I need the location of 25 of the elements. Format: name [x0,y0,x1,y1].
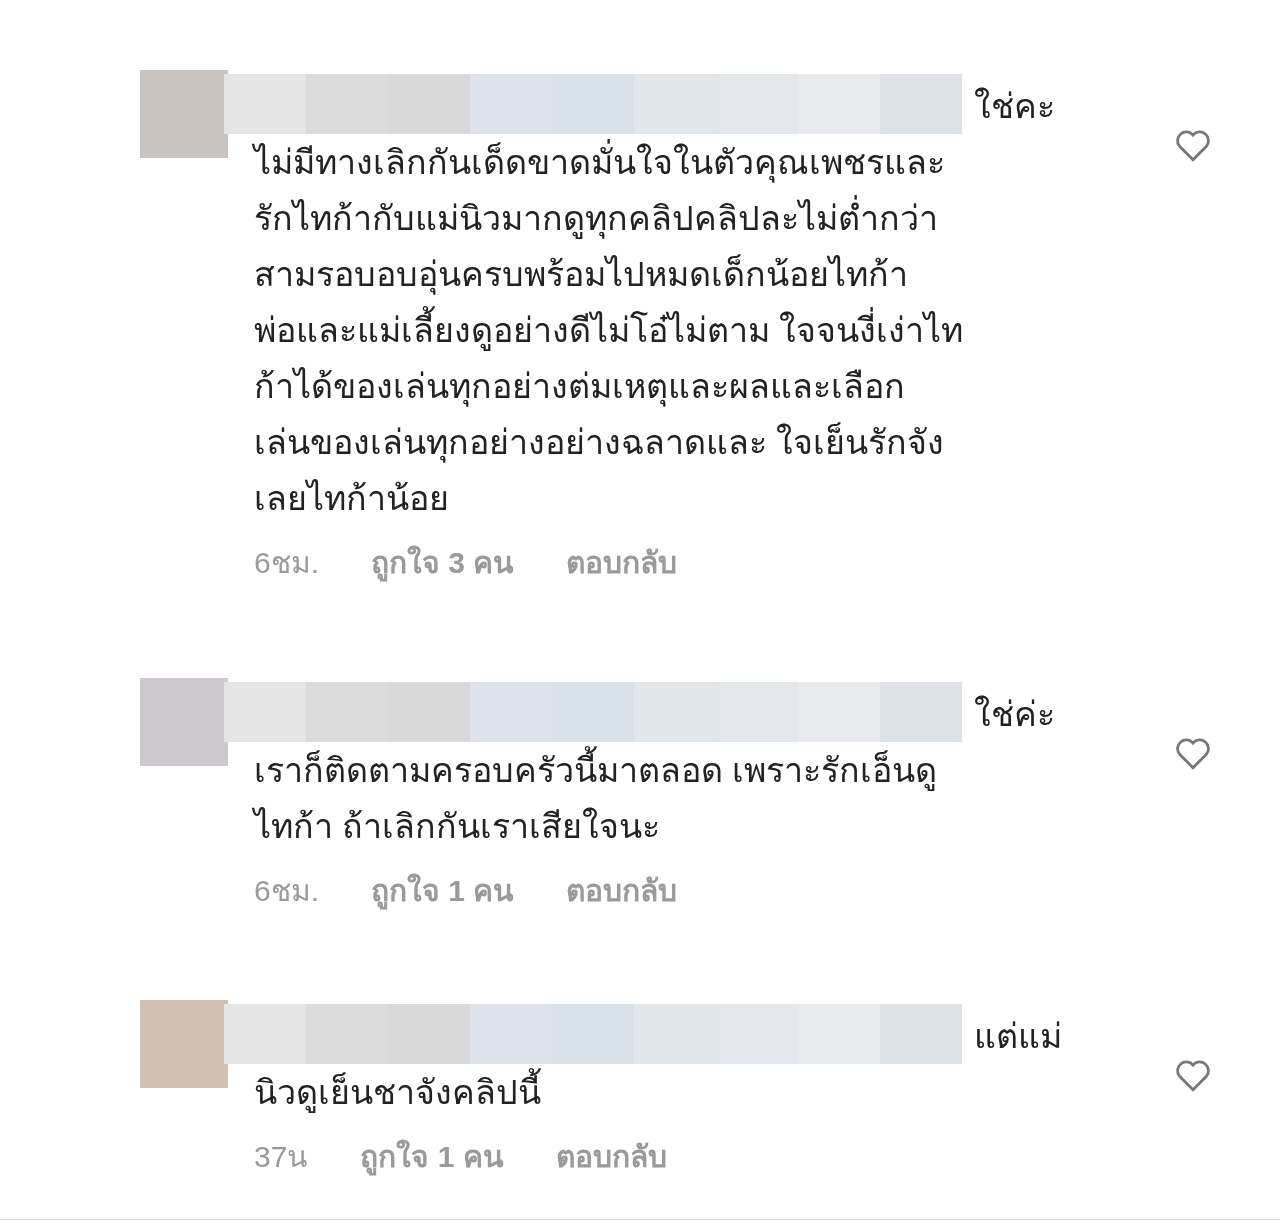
comment-text: ไม่มีทางเลิกกันเด็ดขาดมั่นใจในตัวคุณเพชรและ [254,134,945,190]
comment-text: เราก็ติดตามครอบครัวนี้มาตลอด เพราะรักเอ็นดู [254,742,938,798]
reply-link[interactable]: ตอบกลับ [566,540,678,585]
heart-icon[interactable] [1174,128,1212,162]
comment-time: 37น [254,1139,309,1175]
comment-text: ใช่คะ [974,86,1055,127]
comment-text: แต่แม่ [974,1016,1062,1057]
likes-link[interactable]: ถูกใจ 3 คน [371,540,515,585]
reply-link[interactable]: ตอบกลับ [555,1134,667,1179]
comment-text: สามรอบอบอุ่นครบพร้อมไปหมดเด็กน้อยไทก้า [254,253,908,297]
likes-link[interactable]: ถูกใจ 1 คน [371,868,515,913]
comment-text: เลยไทก้าน้อย [254,478,449,519]
comment-text: นิวดูเย็นชาจังคลิปนี้ [254,1064,541,1120]
comment-time: 6ชม. [254,873,320,909]
comment-time: 6ชม. [254,545,320,581]
likes-link[interactable]: ถูกใจ 1 คน [360,1134,504,1179]
comment-text: ก้าได้ของเล่นทุกอย่างต่มเหตุและผลและเลือก [254,366,905,409]
comment-text: ไทก้า ถ้าเลิกกันเราเสียใจนะ [254,806,661,847]
reply-link[interactable]: ตอบกลับ [566,868,678,913]
comment-text: เล่นของเล่นทุกอย่างอย่างฉลาดและ ใจเย็นรักจัง [254,421,945,465]
heart-icon[interactable] [1174,1058,1212,1092]
comment-text: ใช่ค่ะ [974,694,1055,735]
heart-icon[interactable] [1174,736,1212,770]
comment-text: พ่อและแม่เลี้ยงดูอย่างดีไม่โอ๋ไม่ตาม ใจจนงี่เง่าไท [254,302,964,358]
comment-text: รักไทก้ากับแม่นิวมากดูทุกคลิปคลิปละไม่ต่ำกว่า [254,190,938,246]
